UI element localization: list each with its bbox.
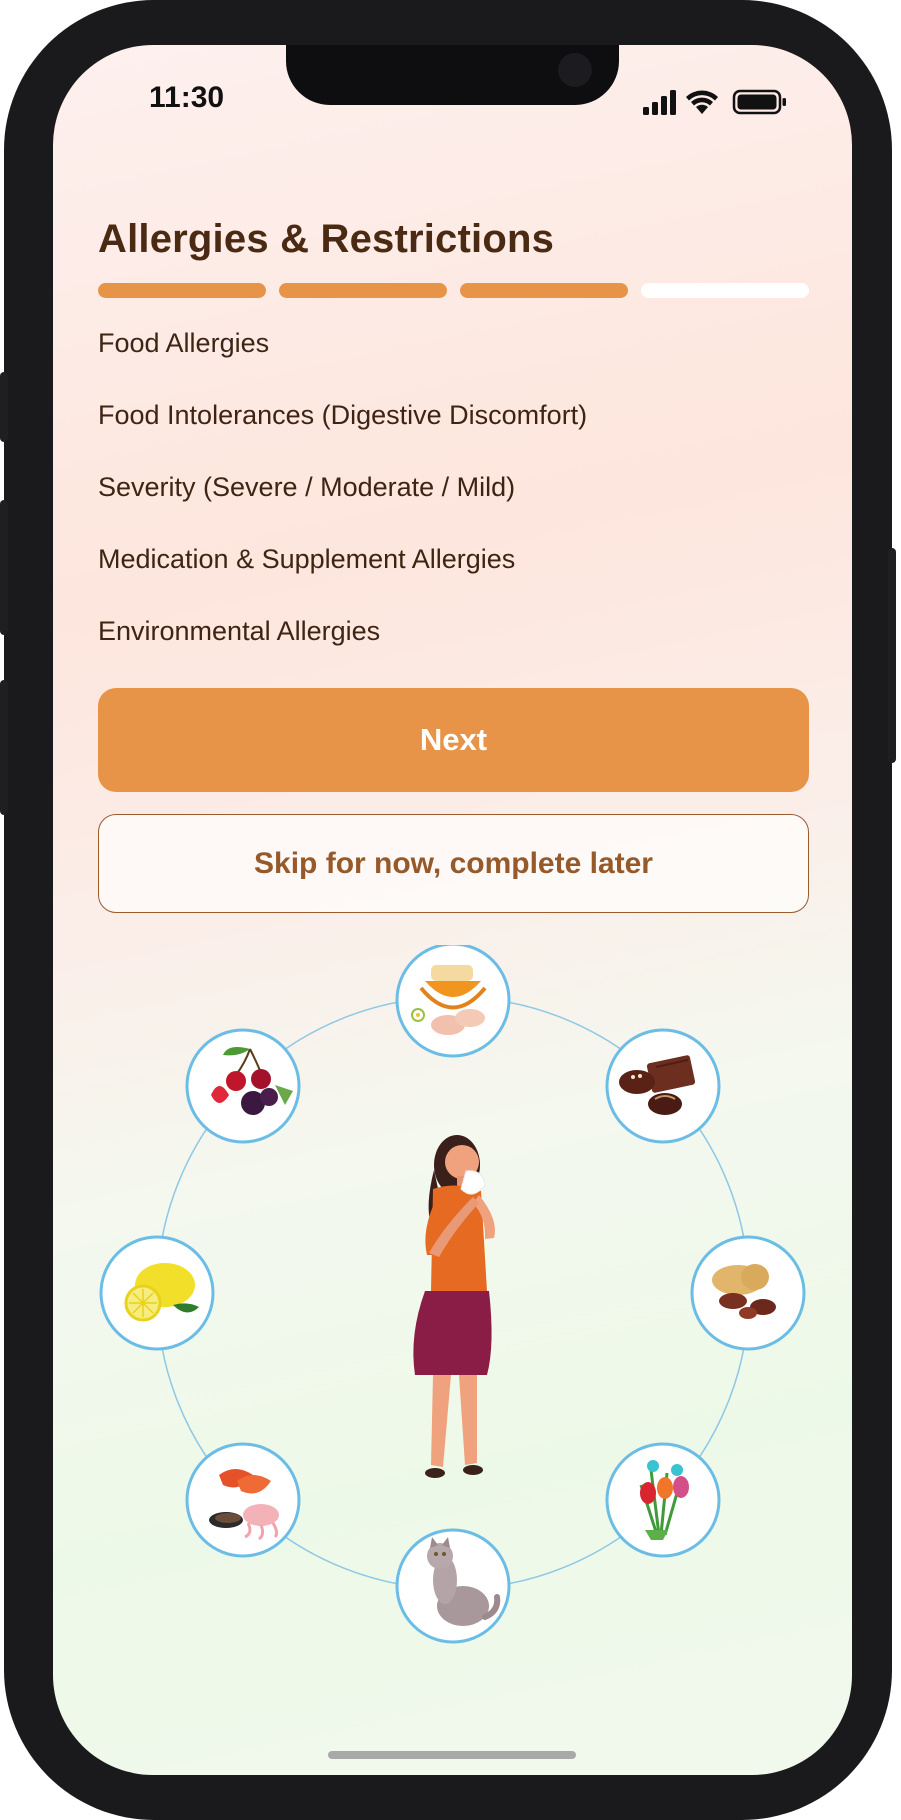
- volume-down-button: [0, 680, 8, 815]
- phone-frame: 11:30 Allergies & Restrictions Food Alle…: [0, 0, 896, 1820]
- next-button[interactable]: Next: [98, 688, 809, 792]
- status-icons: [643, 89, 786, 115]
- flowers-icon: [605, 1442, 721, 1558]
- signal-icon: [643, 90, 676, 115]
- chocolate-icon: [605, 1028, 721, 1144]
- lemon-icon: [99, 1235, 215, 1351]
- app-screen: 11:30 Allergies & Restrictions Food Alle…: [53, 45, 852, 1775]
- section-food-intolerances[interactable]: Food Intolerances (Digestive Discomfort): [98, 400, 587, 431]
- home-indicator: [328, 1751, 576, 1759]
- section-severity[interactable]: Severity (Severe / Moderate / Mild): [98, 472, 515, 503]
- woman-sneezing-figure: [413, 1135, 495, 1478]
- allergy-illustration: [99, 945, 806, 1644]
- progress-step-2: [279, 283, 447, 298]
- seafood-icon: [185, 1442, 301, 1558]
- honey-and-eggs-icon: [395, 945, 511, 1058]
- cat-icon: [395, 1528, 511, 1644]
- power-button: [888, 548, 896, 763]
- skip-button[interactable]: Skip for now, complete later: [98, 814, 809, 913]
- status-time: 11:30: [149, 81, 225, 114]
- battery-icon: [732, 89, 786, 115]
- section-food-allergies[interactable]: Food Allergies: [98, 328, 269, 359]
- section-medication-allergies[interactable]: Medication & Supplement Allergies: [98, 544, 515, 575]
- page-title: Allergies & Restrictions: [98, 217, 555, 261]
- berries-icon: [185, 1028, 301, 1144]
- peanuts-icon: [690, 1235, 806, 1351]
- volume-up-button: [0, 500, 8, 635]
- wifi-icon: [686, 90, 718, 114]
- progress-step-3: [460, 283, 628, 298]
- front-camera: [558, 53, 592, 87]
- notch: [286, 45, 619, 105]
- mute-switch: [0, 372, 8, 442]
- progress-bar: [98, 283, 809, 298]
- section-environmental-allergies[interactable]: Environmental Allergies: [98, 616, 380, 647]
- progress-step-1: [98, 283, 266, 298]
- progress-step-4: [641, 283, 809, 298]
